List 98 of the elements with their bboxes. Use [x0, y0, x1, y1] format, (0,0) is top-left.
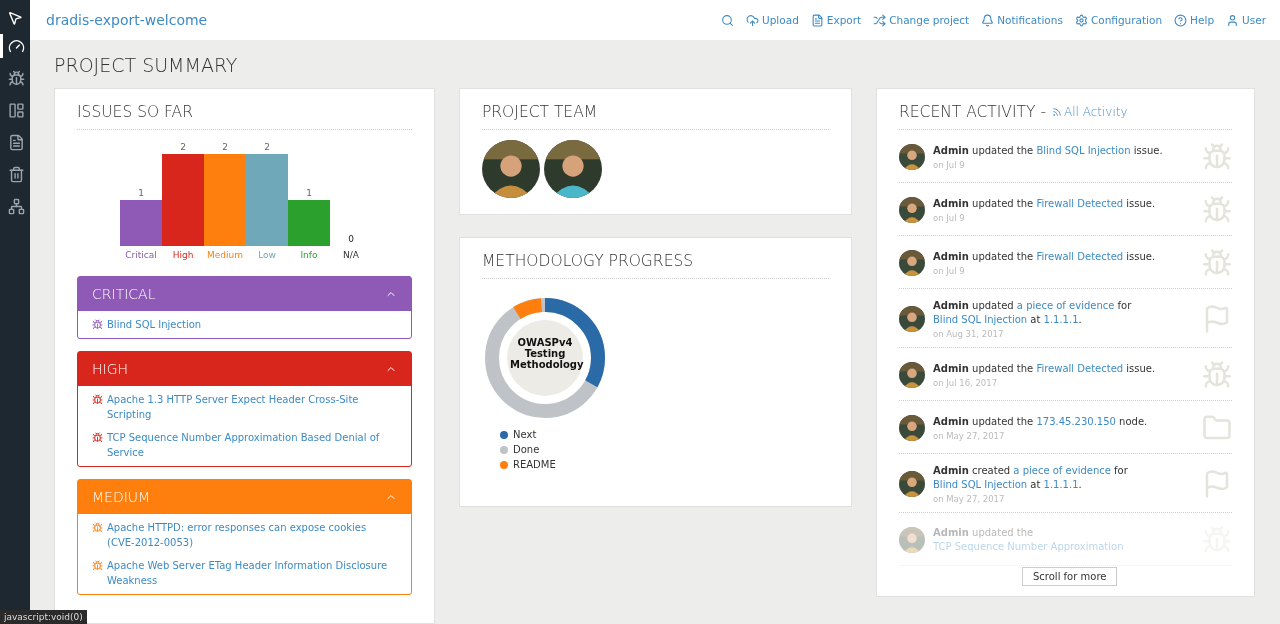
status-bar: javascript:void(0): [0, 610, 87, 624]
avatar: [899, 471, 925, 497]
bar-value: 1: [305, 188, 312, 198]
card-title: RECENT ACTIVITY -: [899, 103, 1046, 121]
bug-icon: [92, 432, 103, 443]
activity-link[interactable]: a piece of evidence: [1016, 300, 1115, 311]
severity-header[interactable]: HIGH: [78, 352, 411, 386]
activity-link[interactable]: Blind SQL Injection: [933, 314, 1028, 325]
page-title: PROJECT SUMMARY: [54, 54, 239, 76]
nav-link[interactable]: Export: [810, 13, 862, 27]
activity-link[interactable]: 1.1.1.1: [1043, 314, 1079, 325]
activity-time: on May 27, 2017: [933, 494, 1006, 504]
issue-link[interactable]: Apache HTTPD: error responses can expose cookies (CVE-2012-0053): [107, 520, 397, 550]
avatar: [899, 250, 925, 276]
bar-label: High: [172, 250, 193, 260]
activity-time: on May 27, 2017: [933, 431, 1006, 441]
bug-icon: [1202, 142, 1232, 172]
settings-icon: [1074, 13, 1088, 27]
card-title: PROJECT TEAM: [482, 103, 598, 121]
activity-text: Admin updated the Blind SQL Injection issue.: [933, 144, 1164, 158]
avatar: [899, 527, 925, 553]
bell-icon: [981, 13, 995, 27]
nav-link[interactable]: User: [1226, 13, 1266, 27]
nav-link[interactable]: Upload: [746, 13, 799, 27]
shuffle-icon: [873, 13, 887, 27]
avatar: [899, 362, 925, 388]
activity-text: Admin updated the TCP Sequence Number Approximation: [933, 526, 1125, 554]
bar-label: N/A: [342, 250, 359, 260]
severity-header[interactable]: MEDIUM: [78, 480, 411, 514]
board-icon: [8, 101, 25, 119]
legend-label: Done: [513, 444, 540, 455]
search-icon[interactable]: [721, 13, 734, 27]
activity-link[interactable]: 1.1.1.1: [1043, 479, 1079, 490]
cloud-upload-icon: [746, 13, 759, 27]
activity-link[interactable]: Blind SQL Injection: [1036, 145, 1131, 156]
trash-icon: [8, 165, 25, 183]
severity-header[interactable]: CRITICAL: [78, 277, 411, 311]
nav-link[interactable]: Change project: [873, 13, 970, 27]
activity-text: Admin created a piece of evidence for Blind SQL Injection at 1.1.1.1.: [933, 464, 1129, 492]
bar-value: 2: [263, 142, 270, 152]
user-icon: [1226, 13, 1240, 27]
card-title: ISSUES SO FAR: [77, 103, 193, 121]
bug-icon: [92, 394, 103, 405]
all-activity-link[interactable]: All Activity: [1052, 105, 1128, 119]
activity-text: Admin updated a piece of evidence for Blind SQL Injection at 1.1.1.1.: [933, 299, 1133, 327]
bug-icon: [1202, 360, 1232, 390]
bar-label: Medium: [206, 250, 243, 260]
activity-text: Admin updated the Firewall Detected issue.: [933, 197, 1157, 211]
activity-text: Admin updated the Firewall Detected issue.: [933, 362, 1157, 376]
legend-label: README: [513, 459, 556, 470]
issue-link[interactable]: TCP Sequence Number Approximation Based Denial of Service: [107, 430, 397, 460]
activity-time: on Jul 9: [933, 160, 966, 170]
bar-label: Low: [257, 250, 276, 260]
scroll-button[interactable]: Scroll for more: [1022, 567, 1118, 586]
avatar: [899, 306, 925, 332]
activity-link[interactable]: Firewall Detected: [1036, 251, 1124, 262]
logo-icon[interactable]: [7, 10, 23, 26]
nav-link[interactable]: Configuration: [1074, 13, 1163, 27]
help-icon: [1174, 13, 1188, 27]
bar-label: Critical: [124, 250, 157, 260]
avatar: [899, 144, 925, 170]
document-icon: [8, 133, 25, 151]
nav-link[interactable]: Help: [1174, 13, 1215, 27]
bar-value: 1: [137, 188, 144, 198]
document-icon: [810, 13, 824, 27]
bar-label: Info: [300, 250, 317, 260]
activity-link[interactable]: Firewall Detected: [1036, 363, 1124, 374]
activity-link[interactable]: 173.45.230.150: [1036, 416, 1116, 427]
activity-time: on Jul 9: [933, 266, 966, 276]
bug-icon: [92, 560, 103, 571]
bar-value: 2: [221, 142, 228, 152]
nav-link[interactable]: Notifications: [981, 13, 1063, 27]
activity-link[interactable]: a piece of evidence: [1013, 465, 1111, 476]
legend-label: Next: [513, 429, 537, 440]
project-name[interactable]: dradis-export-welcome: [46, 12, 208, 28]
bar-value: 0: [347, 234, 354, 244]
issue-link[interactable]: Apache Web Server ETag Header Information Disclosure Weakness: [107, 558, 397, 588]
activity-link[interactable]: Firewall Detected: [1036, 198, 1124, 209]
activity-time: on Jul 16, 2017: [933, 378, 999, 388]
bug-icon: [92, 522, 103, 533]
activity-time: on Jul 9: [933, 213, 966, 223]
bug-icon: [92, 319, 103, 330]
activity-link[interactable]: Blind SQL Injection: [933, 479, 1028, 490]
bar-value: 2: [179, 142, 186, 152]
avatar: [899, 197, 925, 223]
gauge-icon: [8, 37, 25, 55]
issue-link[interactable]: Apache 1.3 HTTP Server Expect Header Cross-Site Scripting: [107, 392, 397, 422]
avatar: [899, 415, 925, 441]
activity-text: Admin updated the Firewall Detected issue.: [933, 250, 1157, 264]
issue-link[interactable]: Blind SQL Injection: [107, 317, 202, 332]
card-title: METHODOLOGY PROGRESS: [482, 252, 694, 270]
sitemap-icon: [8, 197, 25, 215]
bug-icon: [1202, 248, 1232, 278]
activity-text: Admin updated the 173.45.230.150 node.: [933, 415, 1149, 429]
activity-time: on Aug 31, 2017: [933, 329, 1005, 339]
rss-icon: [1052, 107, 1062, 117]
bug-icon: [1202, 195, 1232, 225]
bug-icon: [8, 69, 25, 87]
